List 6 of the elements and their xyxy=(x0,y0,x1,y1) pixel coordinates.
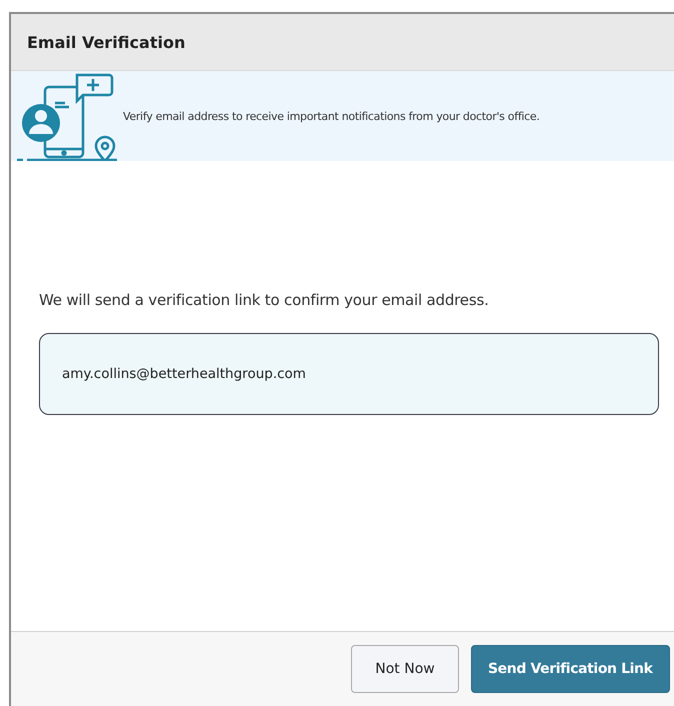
dialog-title: Email Verification xyxy=(27,32,186,52)
email-field[interactable]: amy.collins@betterhealthgroup.com xyxy=(39,333,659,415)
instruction-text: We will send a verification link to confirm your email address. xyxy=(39,291,490,309)
not-now-button[interactable]: Not Now xyxy=(351,645,459,693)
send-link-button[interactable]: Send Verification Link xyxy=(471,645,670,693)
banner-message: Verify email address to receive important notifications from your doctor's office. xyxy=(123,110,540,122)
